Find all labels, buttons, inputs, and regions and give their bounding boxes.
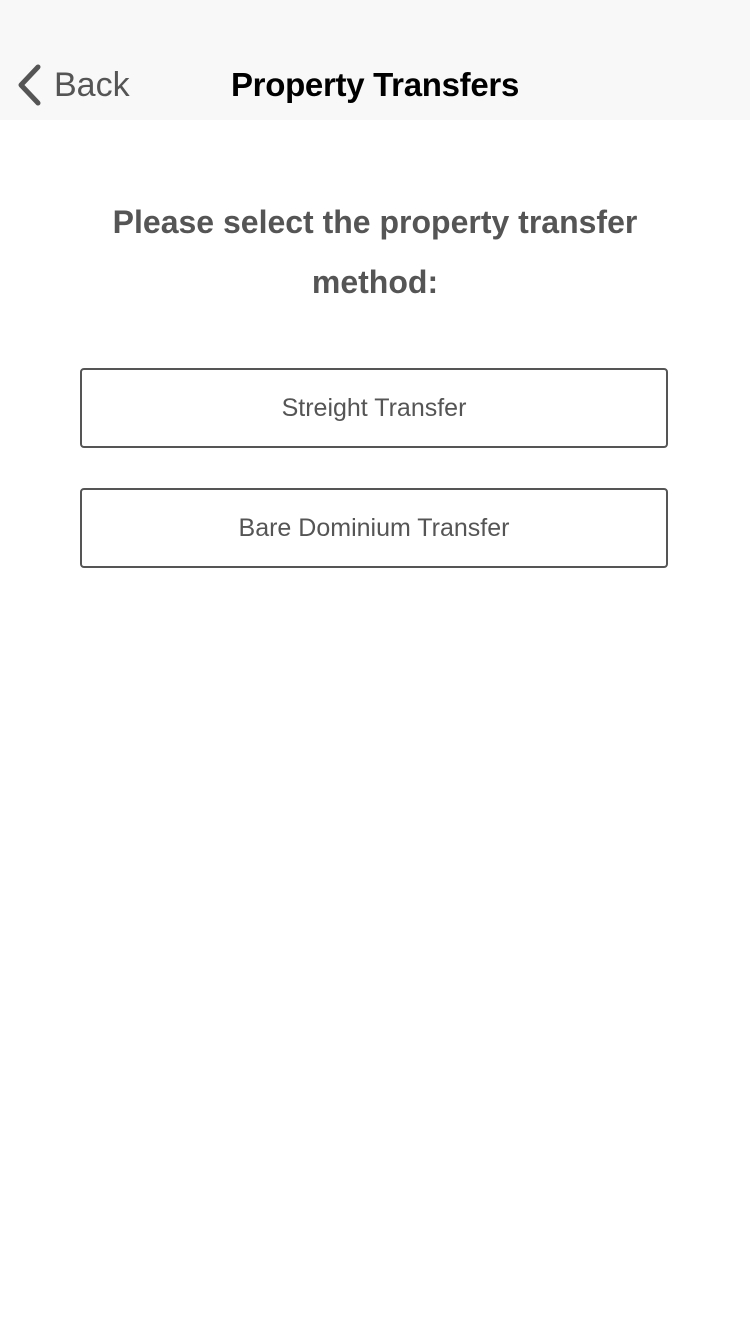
selection-prompt: Please select the property transfer meth… [112,204,638,300]
back-label: Back [54,66,130,104]
bare-dominium-transfer-button[interactable]: Bare Dominium Transfer [80,488,668,568]
straight-transfer-button[interactable]: Streight Transfer [80,368,668,448]
screen: Back Property Transfers Please select th… [0,0,750,1334]
chevron-left-icon [14,63,44,107]
navigation-bar: Back Property Transfers [0,0,750,120]
back-button[interactable]: Back [14,58,130,112]
